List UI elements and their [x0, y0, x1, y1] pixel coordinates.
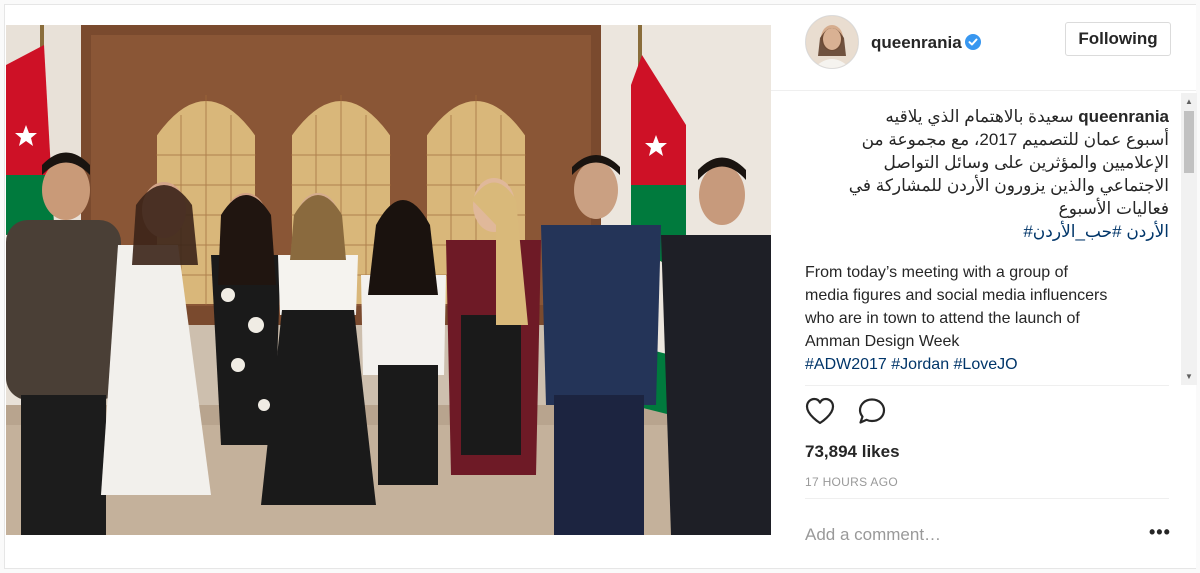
- caption-arabic-text: سعيدة بالاهتمام الذي يلاقيه: [885, 107, 1074, 126]
- caption-english-line: who are in town to attend the launch of: [805, 310, 1080, 327]
- post-side-panel: queenrania Following queenrania سعيدة با…: [771, 5, 1197, 568]
- scroll-up-arrow-icon[interactable]: ▲: [1185, 97, 1193, 106]
- post-timestamp[interactable]: 17 HOURS AGO: [805, 475, 898, 489]
- username-link[interactable]: queenrania: [871, 33, 962, 53]
- caption-english-line: From today’s meeting with a group of: [805, 264, 1068, 281]
- scroll-down-arrow-icon[interactable]: ▼: [1185, 372, 1193, 381]
- caption-arabic-line: الاجتماعي والذين يزورون الأردن للمشاركة …: [848, 176, 1169, 195]
- post-header: queenrania Following: [771, 5, 1196, 91]
- caption-arabic-line: أسبوع عمان للتصميم 2017، مع مجموعة من: [861, 130, 1169, 149]
- divider: [805, 498, 1169, 499]
- caption-username[interactable]: queenrania: [1078, 107, 1169, 126]
- caption-arabic: queenrania سعيدة بالاهتمام الذي يلاقيه أ…: [805, 105, 1169, 243]
- caption-arabic-hashtags[interactable]: الأردن #حب_الأردن#: [805, 220, 1169, 243]
- caption-arabic-line: الإعلاميين والمؤثرين على وسائل التواصل: [883, 153, 1169, 172]
- caption-english-line: media figures and social media influence…: [805, 287, 1108, 304]
- following-button[interactable]: Following: [1065, 22, 1171, 56]
- caption-english: From today’s meeting with a group of med…: [805, 261, 1169, 376]
- divider: [805, 385, 1169, 386]
- heart-icon[interactable]: [805, 397, 835, 425]
- avatar[interactable]: [805, 15, 859, 69]
- caption-english-hashtags[interactable]: #ADW2017 #Jordan #LoveJO: [805, 353, 1169, 376]
- caption-scrollbar[interactable]: ▲ ▼: [1181, 93, 1197, 385]
- post-caption: queenrania سعيدة بالاهتمام الذي يلاقيه أ…: [805, 105, 1169, 385]
- post-photo[interactable]: [6, 25, 772, 535]
- comment-icon[interactable]: [857, 397, 887, 425]
- caption-english-line: Amman Design Week: [805, 333, 960, 350]
- instagram-post: queenrania Following queenrania سعيدة با…: [4, 4, 1197, 569]
- caption-arabic-line: فعاليات الأسبوع: [1058, 199, 1169, 218]
- add-comment-input[interactable]: Add a comment…: [805, 525, 941, 545]
- more-options-icon[interactable]: •••: [1149, 522, 1171, 543]
- caption-arabic-line: queenrania سعيدة بالاهتمام الذي يلاقيه: [805, 105, 1169, 128]
- verified-badge-icon: [965, 34, 981, 50]
- scrollbar-thumb[interactable]: [1184, 111, 1194, 173]
- likes-count[interactable]: 73,894 likes: [805, 442, 900, 462]
